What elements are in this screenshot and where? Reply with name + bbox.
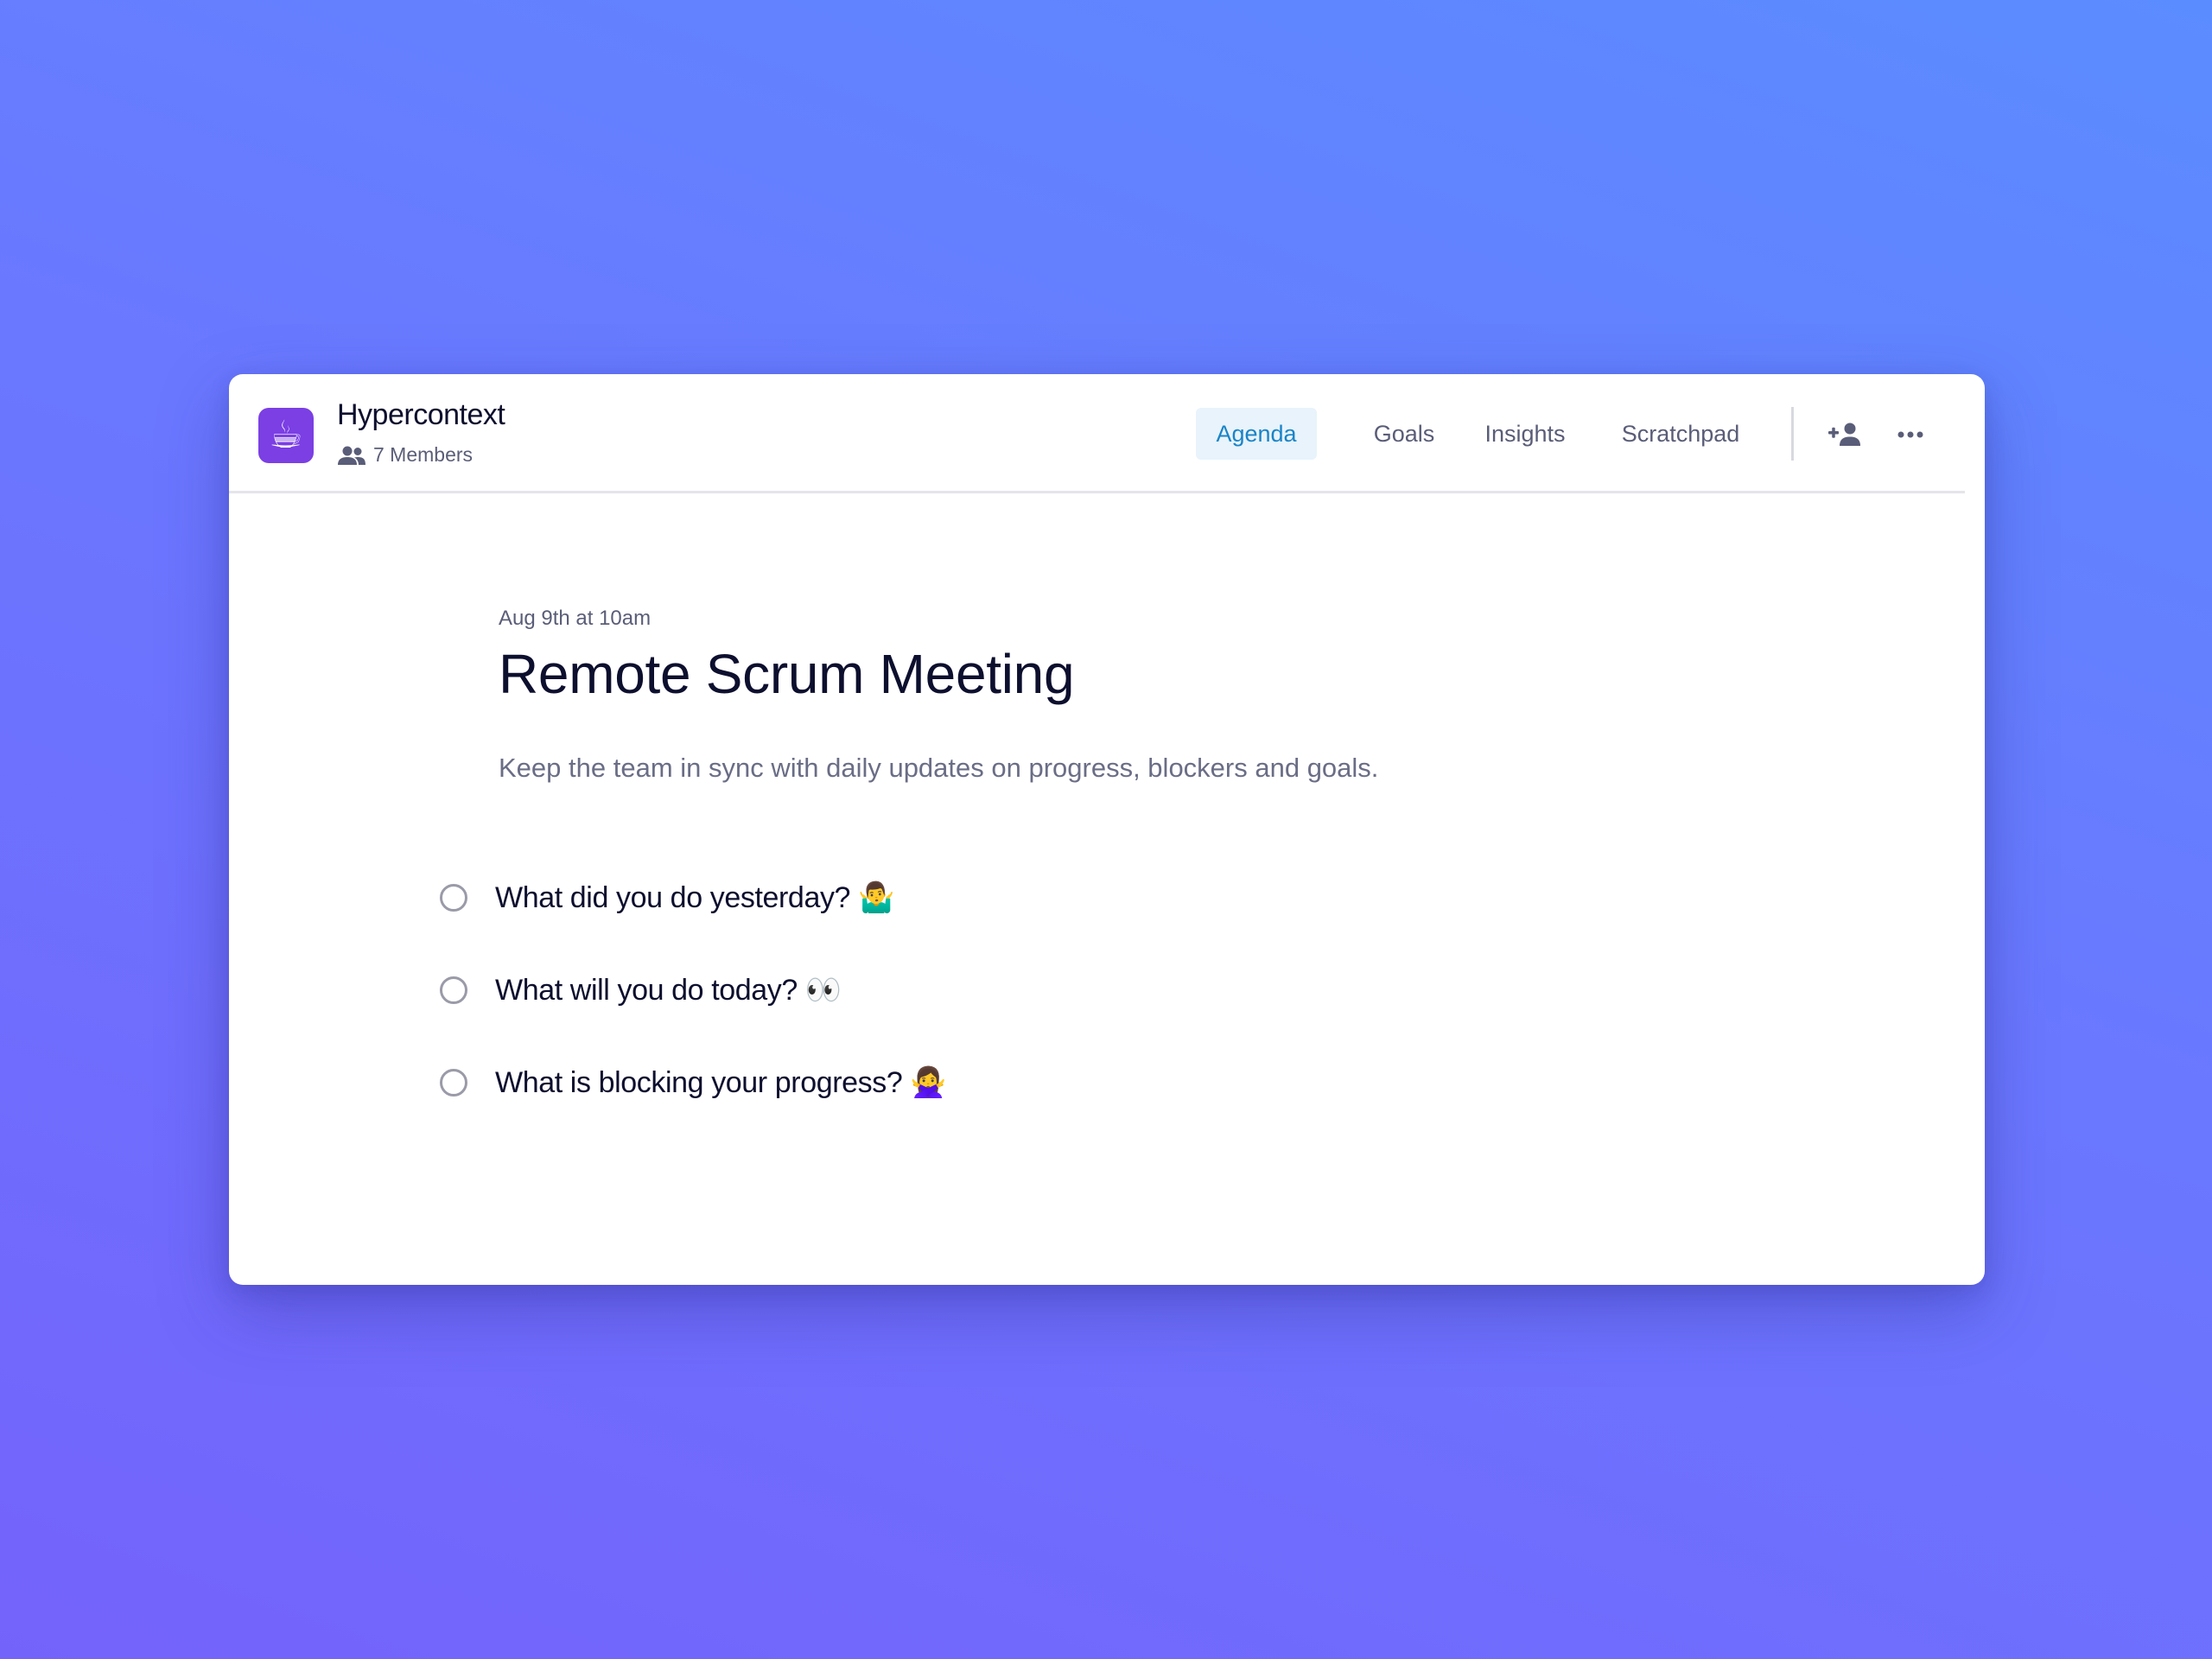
header-divider <box>1791 407 1794 461</box>
agenda-item[interactable]: What did you do yesterday? 🤷‍♂️ <box>440 872 1736 924</box>
card-header: ☕ Hypercontext 7 Members Agenda Goals In… <box>229 374 1965 493</box>
meeting-card: ☕ Hypercontext 7 Members Agenda Goals In… <box>229 374 1985 1285</box>
members-count: 7 Members <box>373 443 474 466</box>
tab-goals[interactable]: Goals <box>1365 408 1443 460</box>
coffee-cup-icon[interactable]: ☕ <box>258 408 314 463</box>
checkbox-circle-icon[interactable] <box>440 884 467 912</box>
checkbox-circle-icon[interactable] <box>440 1069 467 1096</box>
more-horizontal-icon <box>1897 431 1923 438</box>
more-options-button[interactable] <box>1891 416 1929 454</box>
members-link[interactable]: 7 Members <box>337 443 473 467</box>
meeting-description[interactable]: Keep the team in sync with daily updates… <box>499 753 1378 784</box>
workspace-name[interactable]: Hypercontext <box>337 398 505 432</box>
add-person-icon <box>1828 423 1860 446</box>
tab-scratchpad[interactable]: Scratchpad <box>1616 408 1745 460</box>
checkbox-circle-icon[interactable] <box>440 976 467 1004</box>
add-member-button[interactable] <box>1826 416 1864 454</box>
agenda-item[interactable]: What will you do today? 👀 <box>440 964 1736 1016</box>
agenda-item-text[interactable]: What will you do today? 👀 <box>495 973 842 1007</box>
meeting-date: Aug 9th at 10am <box>499 607 652 630</box>
tab-insights[interactable]: Insights <box>1478 408 1573 460</box>
tab-agenda[interactable]: Agenda <box>1196 408 1317 460</box>
agenda-content: Aug 9th at 10am Remote Scrum Meeting Kee… <box>229 493 1985 1271</box>
agenda-item-text[interactable]: What did you do yesterday? 🤷‍♂️ <box>495 880 894 915</box>
agenda-item-text[interactable]: What is blocking your progress? 🙅‍♀️ <box>495 1065 947 1100</box>
people-icon <box>338 446 365 465</box>
meeting-title[interactable]: Remote Scrum Meeting <box>499 642 1075 706</box>
agenda-item[interactable]: What is blocking your progress? 🙅‍♀️ <box>440 1057 1736 1109</box>
